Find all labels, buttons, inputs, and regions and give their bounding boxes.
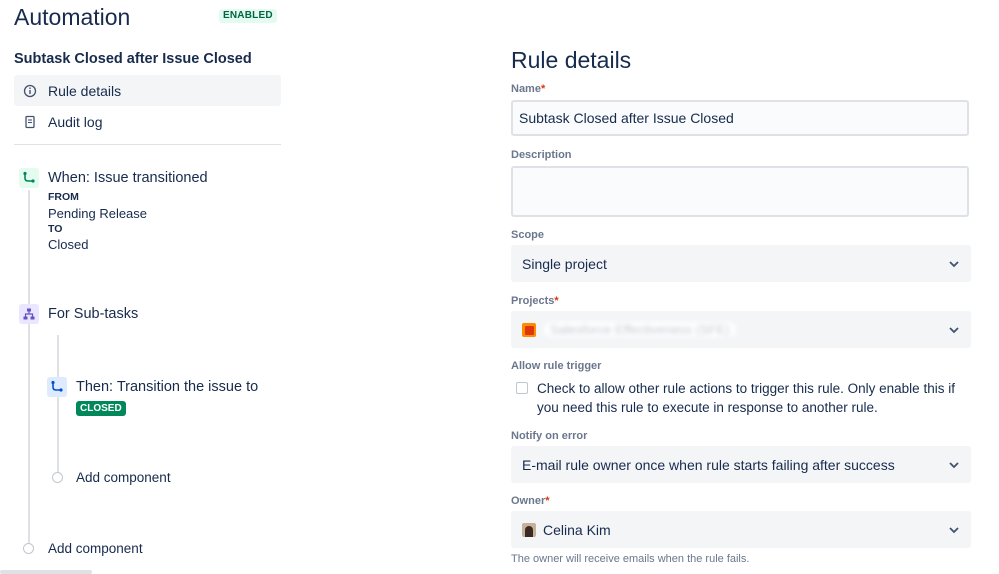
name-label: Name*: [511, 83, 546, 95]
flow-line-branch: [57, 335, 59, 475]
notify-select-value: E-mail rule owner once when rule starts …: [522, 456, 895, 473]
allow-trigger-description: Check to allow other rule actions to tri…: [537, 381, 955, 415]
owner-select[interactable]: Celina Kim: [511, 511, 971, 548]
allow-trigger-checkbox[interactable]: [516, 382, 528, 394]
trigger-to-value: Closed: [48, 237, 89, 252]
required-mark: *: [540, 83, 546, 95]
scope-select[interactable]: Single project: [511, 245, 971, 282]
projects-select[interactable]: Salesforce Effectiveness (SFE): [511, 311, 971, 348]
action-icon: [47, 377, 67, 397]
trigger-from-value: Pending Release: [48, 206, 148, 221]
trigger-title[interactable]: When: Issue transitioned: [48, 170, 208, 186]
rule-details-title: Rule details: [511, 47, 632, 73]
trigger-from-label: FROM: [48, 191, 79, 203]
chevron-down-icon: [949, 327, 959, 334]
user-avatar: [522, 522, 536, 537]
name-field-value: Subtask Closed after Issue Closed: [519, 110, 734, 126]
branch-icon: [19, 304, 39, 324]
trigger-icon: [19, 168, 39, 188]
chevron-down-icon: [949, 261, 959, 268]
owner-label: Owner*: [511, 495, 550, 507]
flow-line-main: [28, 190, 30, 545]
scope-select-value: Single project: [522, 255, 607, 272]
add-component-dot: [23, 543, 34, 554]
chevron-down-icon: [949, 462, 959, 469]
sidebar-item-label: Audit log: [48, 113, 103, 130]
allow-trigger-label: Allow rule trigger: [511, 360, 602, 372]
rule-name-heading: Subtask Closed after Issue Closed: [14, 51, 252, 67]
action-title[interactable]: Then: Transition the issue to: [76, 379, 258, 395]
projects-label: Projects*: [511, 295, 559, 307]
owner-select-value: Celina Kim: [543, 521, 611, 538]
info-icon: [22, 83, 38, 99]
scope-label: Scope: [511, 229, 545, 241]
required-mark: *: [545, 495, 550, 507]
name-field[interactable]: Subtask Closed after Issue Closed: [511, 100, 969, 136]
projects-select-value: Salesforce Effectiveness (SFE): [544, 322, 736, 337]
description-field[interactable]: [511, 166, 969, 217]
chevron-down-icon: [949, 527, 959, 534]
sidebar-item-label: Rule details: [48, 82, 122, 99]
sidebar-item-rule-details[interactable]: Rule details: [14, 75, 281, 106]
horizontal-scrollbar[interactable]: [0, 570, 92, 574]
notify-select[interactable]: E-mail rule owner once when rule starts …: [511, 446, 971, 483]
required-mark: *: [554, 295, 559, 307]
description-label: Description: [511, 149, 572, 161]
add-component-dot: [52, 472, 63, 483]
trigger-to-label: TO: [48, 223, 63, 235]
document-icon: [22, 114, 38, 130]
sidebar-item-audit-log[interactable]: Audit log: [14, 106, 281, 137]
status-badge: ENABLED: [219, 9, 277, 23]
add-component-outer-link[interactable]: Add component: [48, 541, 143, 556]
add-component-inner-link[interactable]: Add component: [76, 470, 171, 485]
page-title: Automation: [14, 4, 131, 30]
action-status-lozenge: CLOSED: [76, 401, 126, 416]
project-avatar-icon: [522, 322, 536, 337]
owner-help-text: The owner will receive emails when the r…: [511, 553, 750, 565]
divider: [14, 144, 281, 145]
notify-label: Notify on error: [511, 430, 588, 442]
branch-title[interactable]: For Sub-tasks: [48, 306, 138, 322]
